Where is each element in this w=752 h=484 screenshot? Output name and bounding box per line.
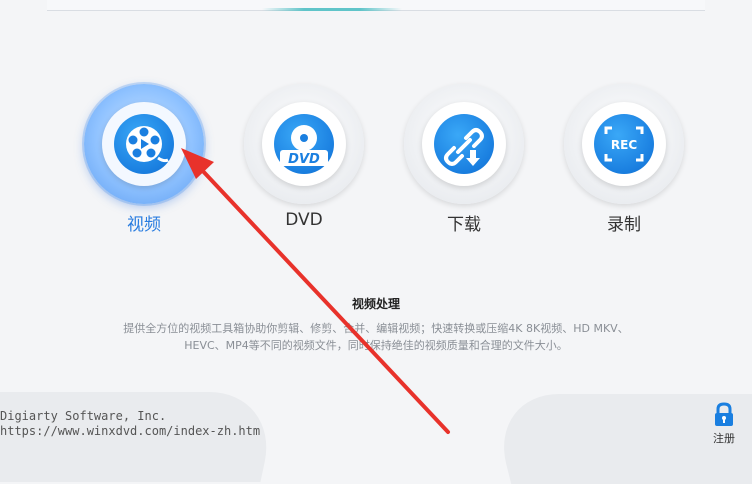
description-line-2: HEVC、MP4等不同的视频文件，同时保持绝佳的视频质量和合理的文件大小。 <box>184 339 568 352</box>
download-inner <box>422 102 506 186</box>
dvd-logo-text: DVD <box>288 152 320 167</box>
dvd-feature-button[interactable]: DVD DVD <box>244 84 364 234</box>
download-feature-button[interactable]: 下载 <box>404 84 524 235</box>
video-label: 视频 <box>127 215 161 235</box>
company-name: Digiarty Software, Inc. <box>0 409 167 423</box>
dvd-disc-icon: DVD <box>274 114 334 174</box>
register-button[interactable]: 注册 <box>708 402 740 445</box>
download-label: 下载 <box>447 215 481 235</box>
register-label: 注册 <box>713 432 735 445</box>
rec-text: REC <box>611 138 637 152</box>
record-label: 录制 <box>607 215 641 235</box>
record-feature-button[interactable]: REC 录制 <box>564 84 684 235</box>
dvd-label: DVD <box>285 210 323 230</box>
dvd-inner: DVD <box>262 102 346 186</box>
video-feature-button[interactable]: 视频 <box>84 84 204 235</box>
record-inner: REC <box>582 102 666 186</box>
rec-icon: REC <box>594 114 654 174</box>
website-link[interactable]: https://www.winxdvd.com/index-zh.htm <box>0 424 260 438</box>
description-text: 提供全方位的视频工具箱协助你剪辑、修剪、合并、编辑视频；快速转换或压缩4K 8K… <box>76 320 676 354</box>
lock-icon <box>715 402 733 426</box>
feature-menu: 视频 DVD DVD 下载 REC 录制 <box>0 0 752 260</box>
description-title: 视频处理 <box>351 297 400 311</box>
link-download-icon <box>434 114 494 174</box>
film-reel-icon <box>114 114 174 174</box>
description-line-1: 提供全方位的视频工具箱协助你剪辑、修剪、合并、编辑视频；快速转换或压缩4K 8K… <box>123 322 629 335</box>
video-inner <box>102 102 186 186</box>
